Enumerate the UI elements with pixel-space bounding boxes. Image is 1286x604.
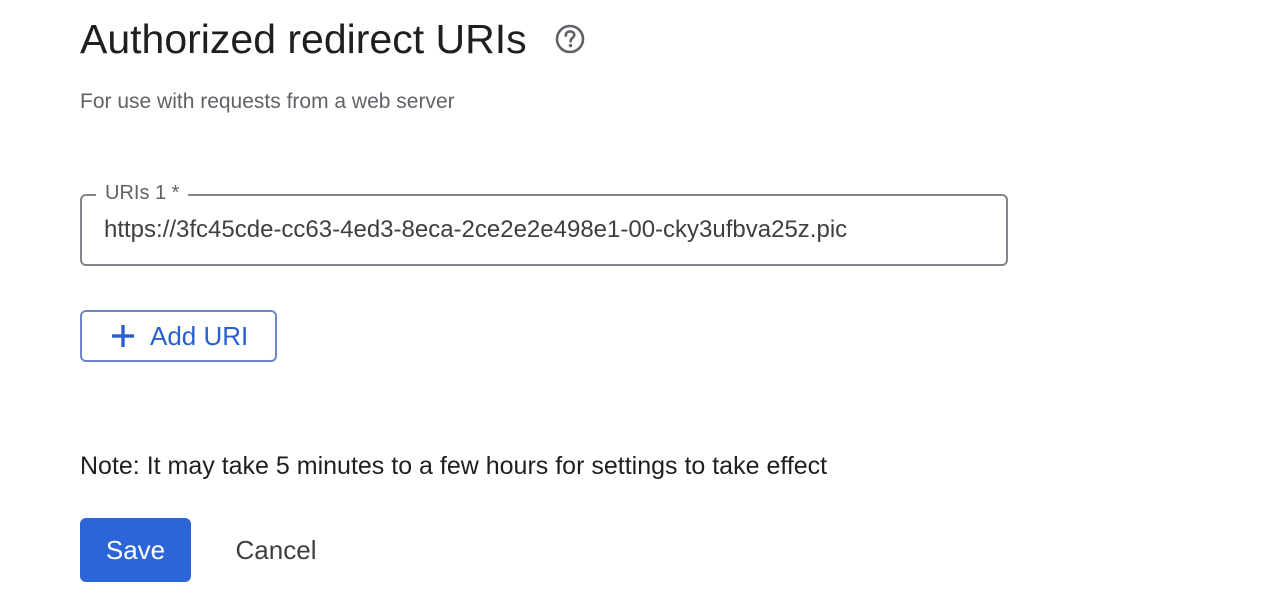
section-subtitle: For use with requests from a web server bbox=[80, 90, 455, 113]
uri-field[interactable]: URIs 1 * bbox=[80, 180, 1008, 266]
cancel-button[interactable]: Cancel bbox=[210, 518, 342, 582]
settings-note: Note: It may take 5 minutes to a few hou… bbox=[80, 452, 828, 480]
plus-icon bbox=[112, 325, 134, 347]
uri-field-label: URIs 1 * bbox=[96, 180, 189, 206]
save-button[interactable]: Save bbox=[80, 518, 191, 582]
section-header: Authorized redirect URIs bbox=[80, 14, 587, 64]
help-icon[interactable] bbox=[553, 22, 587, 56]
page-title: Authorized redirect URIs bbox=[80, 16, 527, 62]
redirect-uris-section: Authorized redirect URIs For use with re… bbox=[80, 0, 1230, 604]
add-uri-button[interactable]: Add URI bbox=[80, 310, 277, 362]
help-circle-icon bbox=[555, 24, 584, 54]
add-uri-label: Add URI bbox=[150, 321, 249, 351]
uri-input[interactable] bbox=[104, 210, 988, 250]
